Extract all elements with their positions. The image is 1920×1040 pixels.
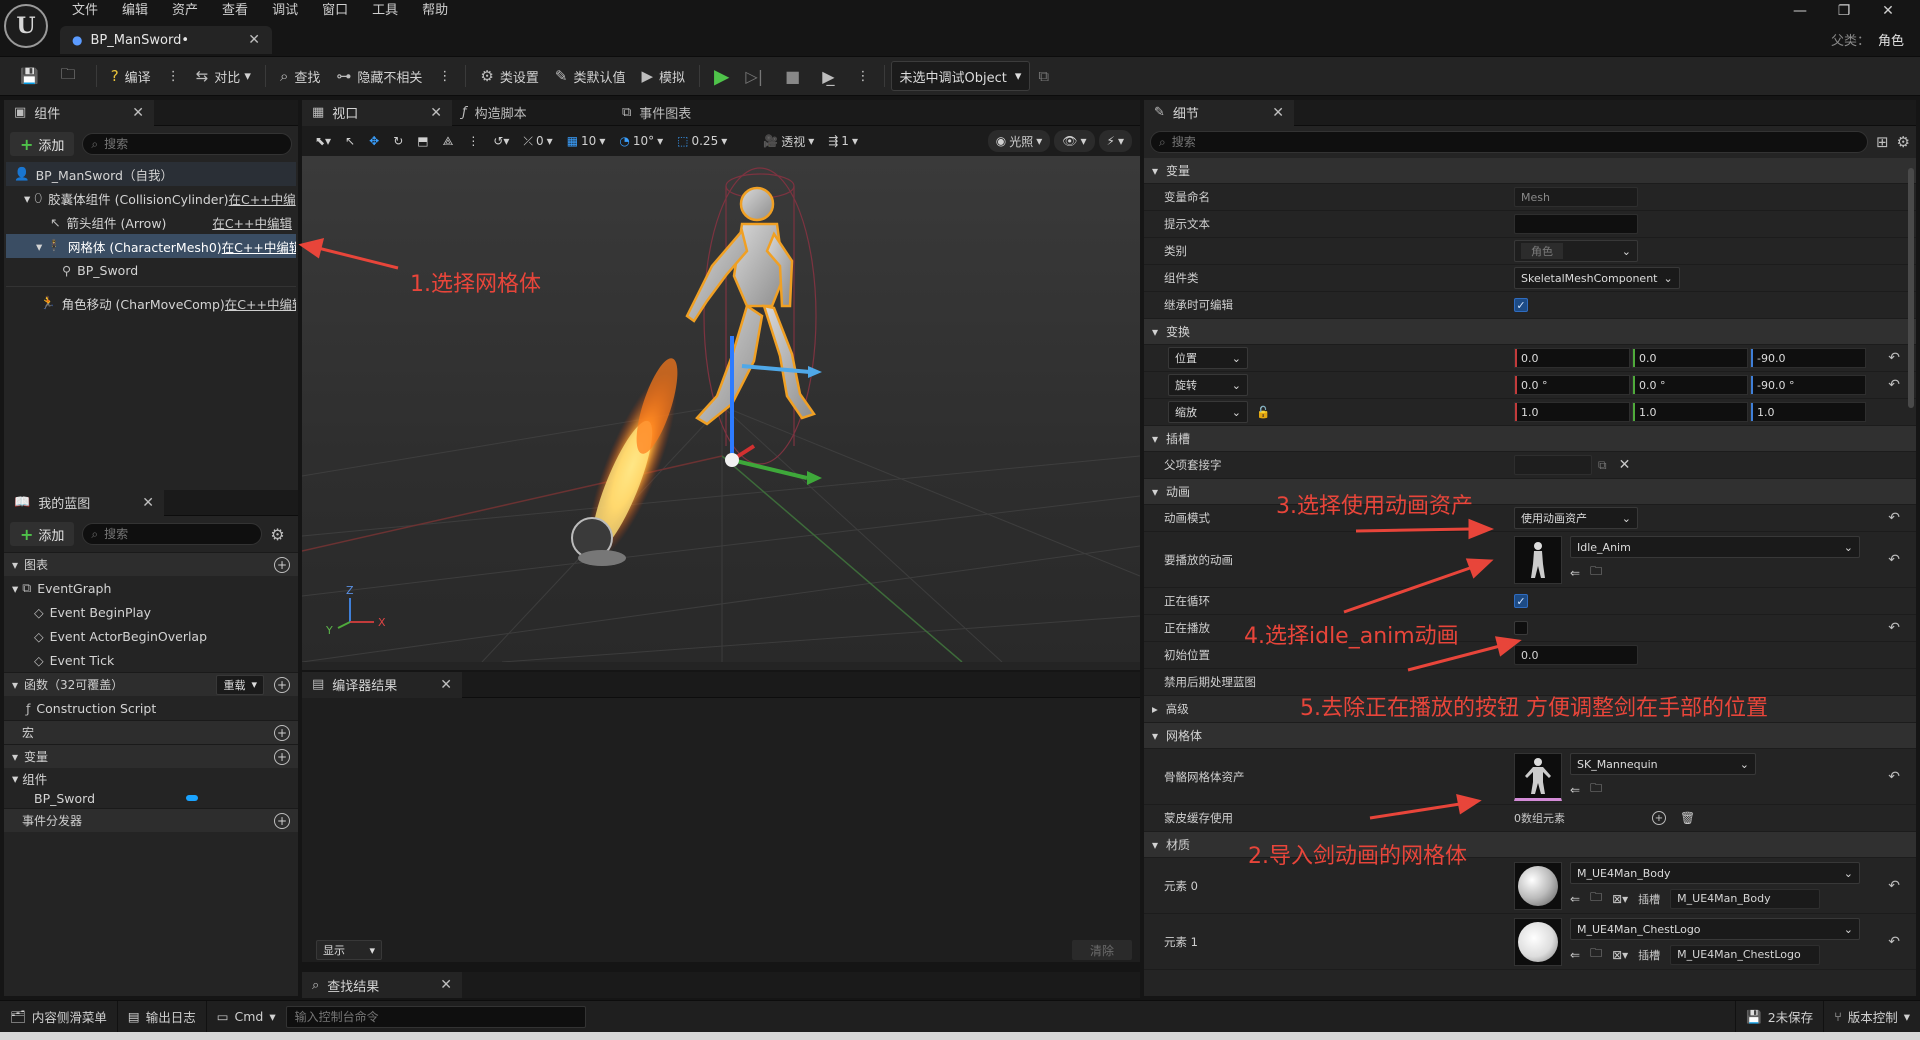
output-log-icon: ▤ [127,1009,140,1024]
content-drawer-icon: 🗂 [10,1008,26,1024]
unsaved-label: 2未保存 [1767,1010,1814,1025]
annotation-step-2: 2.导入剑动画的网格体 [1248,844,1467,869]
content-drawer-button[interactable]: 🗂 内容侧滑菜单 [0,1000,118,1033]
source-control-button[interactable]: ⑂ 版本控制 ▾ [1824,1001,1920,1033]
source-control-label: 版本控制 [1847,1010,1898,1025]
console-command-input-wrap[interactable] [285,1005,586,1028]
unsaved-button[interactable]: 💾 2未保存 [1735,1000,1825,1033]
cmd-label: Cmd [234,1009,264,1024]
terminal-icon: ▭ [216,1009,229,1024]
source-control-icon: ⑂ [1834,1009,1842,1024]
annotation-step-5: 5.去除正在播放的按钮 方便调整剑在手部的位置 [1300,696,1768,721]
annotation-step-4: 4.选择idle_anim动画 [1244,624,1459,649]
unsaved-icon: 💾 [1746,1008,1762,1024]
taskbar-strip [0,1032,1920,1040]
chevron-down-icon: ▾ [1903,1009,1910,1024]
annotation-step-3: 3.选择使用动画资产 [1276,494,1473,519]
output-log-label: 输出日志 [145,1010,196,1025]
console-command-input[interactable] [294,1009,577,1024]
cmd-dropdown[interactable]: ▭ Cmd ▾ [207,1001,286,1033]
chevron-down-icon: ▾ [269,1009,276,1024]
annotation-arrows [298,237,1522,820]
status-bar: 🗂 内容侧滑菜单 ▤ 输出日志 ▭ Cmd ▾ 💾 2未保存 ⑂ 版本控制 ▾ [0,1000,1920,1033]
annotation-step-1: 1.选择网格体 [410,272,541,297]
output-log-button[interactable]: ▤ 输出日志 [118,1000,207,1033]
content-drawer-label: 内容侧滑菜单 [31,1010,107,1025]
